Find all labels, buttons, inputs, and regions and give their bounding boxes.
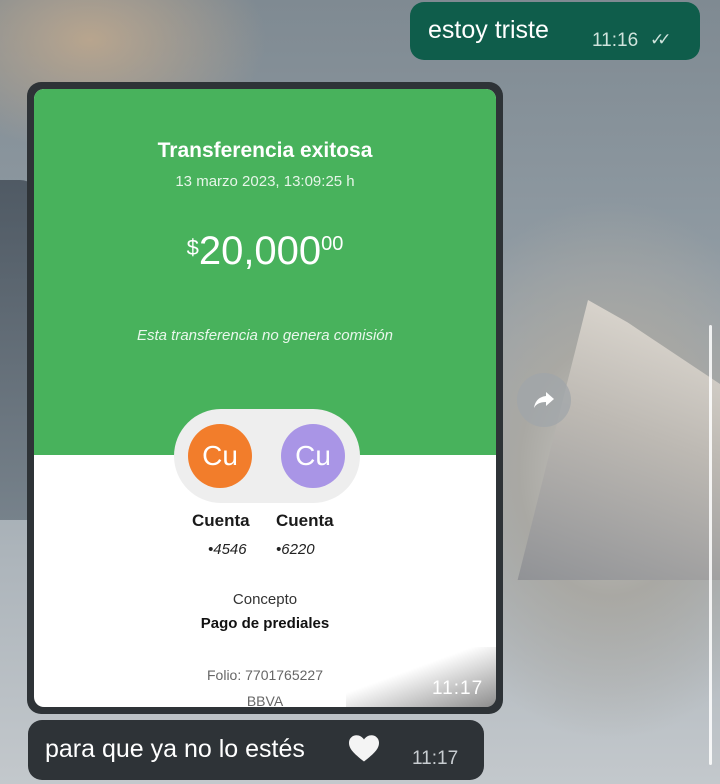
receipt-note: Esta transferencia no genera comisión (137, 327, 393, 344)
background-mountain-right (517, 300, 720, 580)
incoming-message-bubble[interactable]: para que ya no lo estés 11:17 (28, 720, 484, 780)
message-time: 11:17 (412, 748, 459, 769)
message-time: 11:16 (592, 30, 639, 51)
image-message-time: 11:17 (432, 678, 484, 699)
concept-value: Pago de prediales (200, 615, 330, 632)
currency-symbol: $ (186, 235, 199, 260)
double-check-icon: ✓✓ (650, 30, 671, 49)
message-text: para que ya no lo estés (45, 735, 305, 763)
scrollbar[interactable] (709, 325, 712, 765)
forward-arrow-icon (534, 392, 554, 408)
to-account-avatar: Cu (281, 424, 345, 488)
white-heart-icon (349, 735, 379, 762)
to-account-number: •6220 (276, 541, 315, 558)
from-account-label: Cuenta (192, 511, 250, 530)
from-account-avatar: Cu (188, 424, 252, 488)
message-text: estoy triste (428, 16, 549, 44)
receipt-title: Transferencia exitosa (157, 139, 373, 162)
concept-label: Concepto (232, 591, 298, 608)
image-message[interactable]: Transferencia exitosa 13 marzo 2023, 13:… (27, 82, 503, 714)
receipt-date: 13 marzo 2023, 13:09:25 h (175, 173, 355, 190)
outgoing-message-bubble[interactable]: estoy triste 11:16 ✓✓ (410, 2, 700, 60)
amount-cents: 00 (321, 233, 344, 255)
to-account-label: Cuenta (276, 511, 334, 530)
amount-main: 20,000 (198, 229, 322, 273)
from-account-number: •4546 (208, 541, 247, 558)
accounts-pill: Cu Cu (174, 409, 360, 503)
forward-button[interactable] (517, 373, 571, 427)
transfer-receipt-image: Transferencia exitosa 13 marzo 2023, 13:… (34, 89, 496, 707)
receipt-amount: $20,00000 (34, 229, 496, 274)
